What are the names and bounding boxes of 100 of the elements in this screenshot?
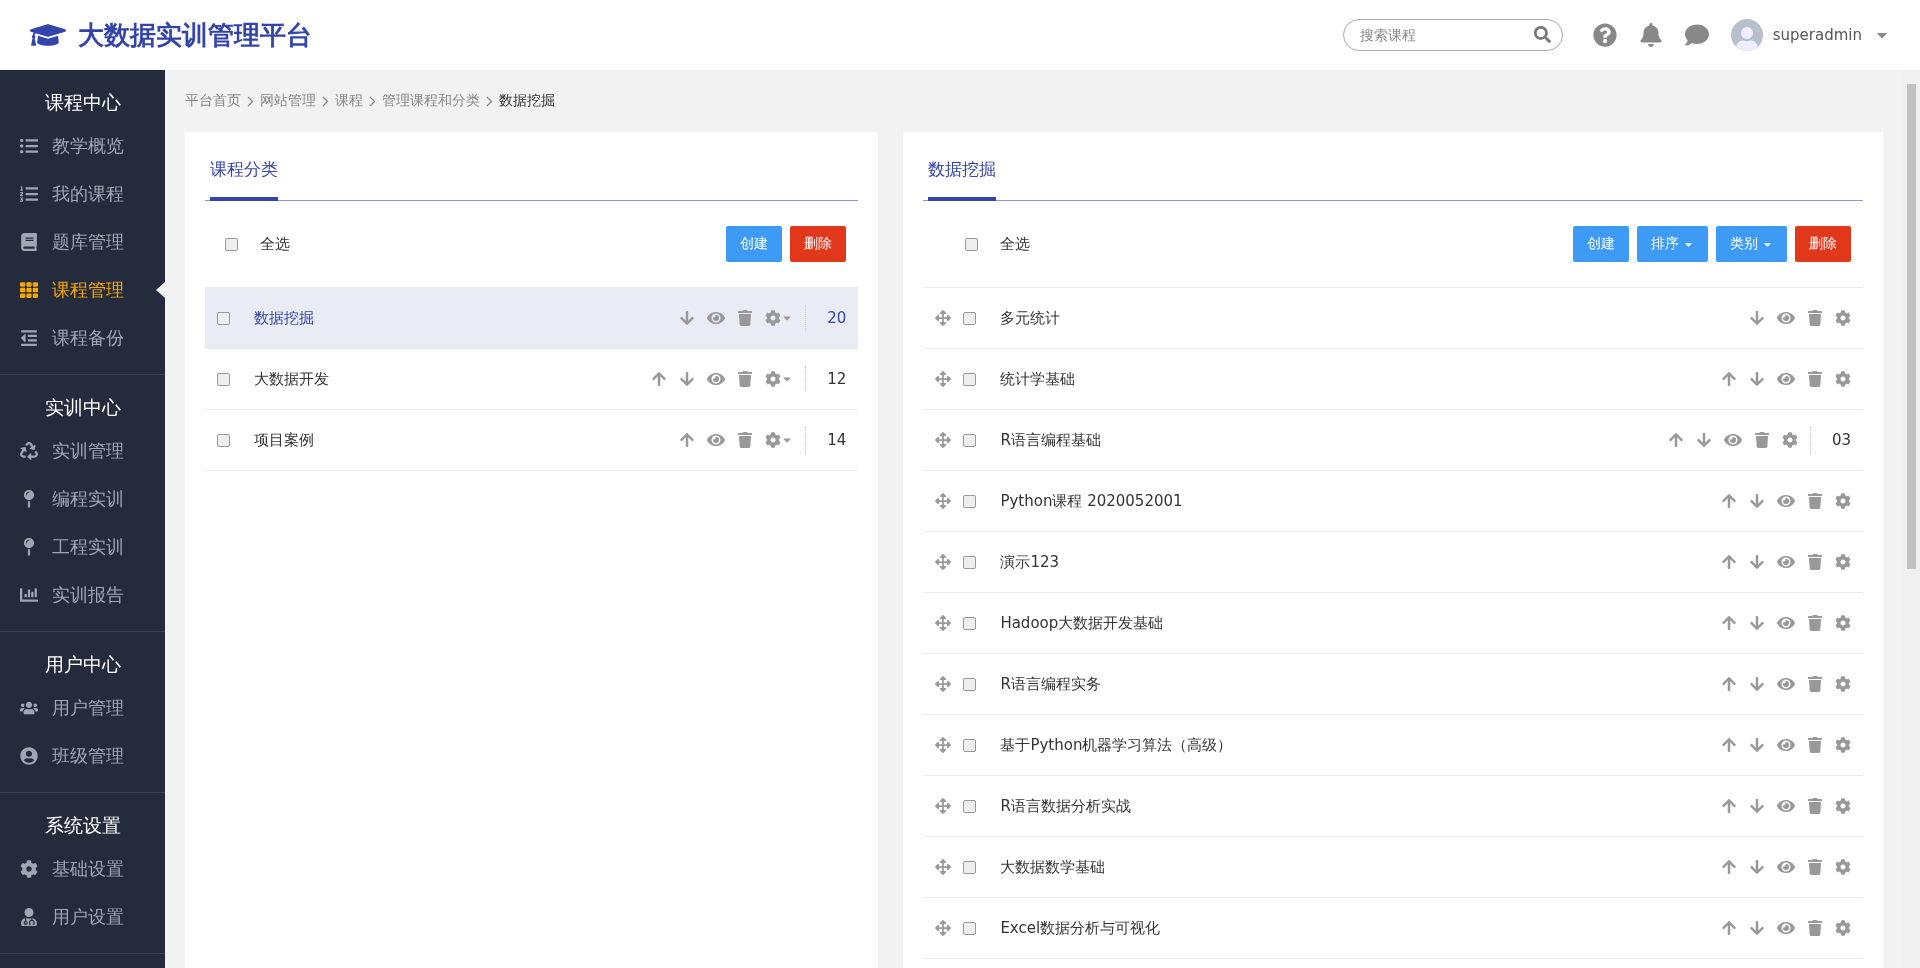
move-handle-icon[interactable] xyxy=(935,432,952,448)
sidebar-item[interactable]: 教学概览 xyxy=(0,122,165,170)
settings-icon[interactable] xyxy=(1835,920,1851,936)
sidebar-item[interactable]: 我的课程 xyxy=(0,170,165,218)
move-handle-icon[interactable] xyxy=(935,371,952,387)
settings-icon[interactable] xyxy=(1835,310,1851,326)
arrow-down-icon[interactable] xyxy=(1749,371,1765,387)
eye-icon[interactable] xyxy=(707,309,726,327)
arrow-up-icon[interactable] xyxy=(679,432,696,448)
settings-icon[interactable] xyxy=(1835,615,1851,631)
checkbox[interactable] xyxy=(217,311,230,325)
user-name[interactable]: superadmin xyxy=(1772,26,1862,44)
trash-icon[interactable] xyxy=(1807,371,1823,387)
list-row[interactable]: 数据挖掘 20 xyxy=(205,288,859,349)
bell-icon[interactable] xyxy=(1638,23,1663,47)
avatar[interactable] xyxy=(1730,19,1763,51)
action-button[interactable]: 删除 xyxy=(1795,226,1851,262)
settings-icon[interactable] xyxy=(1835,554,1851,570)
arrow-up-icon[interactable] xyxy=(1721,920,1737,936)
eye-icon[interactable] xyxy=(707,431,726,449)
trash-icon[interactable] xyxy=(737,310,754,326)
list-row[interactable]: 大数据开发 12 xyxy=(205,349,859,410)
checkbox[interactable] xyxy=(963,311,977,325)
checkbox[interactable] xyxy=(963,799,977,813)
panel-tab[interactable]: 数据挖掘 xyxy=(928,158,997,201)
arrow-up-icon[interactable] xyxy=(1721,371,1737,387)
arrow-up-icon[interactable] xyxy=(1721,615,1737,631)
list-row[interactable]: R语言编程基础 03 xyxy=(923,410,1863,471)
sidebar-item[interactable]: 题库管理 xyxy=(0,218,165,266)
move-handle-icon[interactable] xyxy=(935,859,952,875)
checkbox[interactable] xyxy=(963,433,977,447)
move-handle-icon[interactable] xyxy=(935,737,952,753)
checkbox[interactable] xyxy=(963,555,977,569)
checkbox[interactable] xyxy=(963,494,977,508)
chat-icon[interactable] xyxy=(1684,23,1709,47)
trash-icon[interactable] xyxy=(1807,310,1823,326)
arrow-up-icon[interactable] xyxy=(1721,676,1737,692)
arrow-down-icon[interactable] xyxy=(1749,859,1765,875)
arrow-up-icon[interactable] xyxy=(1721,859,1737,875)
checkbox[interactable] xyxy=(963,921,977,935)
sidebar-item[interactable]: 实训管理 xyxy=(0,427,165,475)
arrow-down-icon[interactable] xyxy=(1696,432,1712,448)
eye-icon[interactable] xyxy=(1777,370,1795,388)
sidebar-item[interactable]: 用户管理 xyxy=(0,684,165,732)
settings-icon[interactable] xyxy=(1835,737,1851,753)
arrow-down-icon[interactable] xyxy=(1749,615,1765,631)
action-button[interactable]: 删除 xyxy=(790,226,847,262)
eye-icon[interactable] xyxy=(1777,919,1795,937)
eye-icon[interactable] xyxy=(1777,492,1795,510)
sidebar-item[interactable]: 用户设置 xyxy=(0,893,165,941)
settings-icon[interactable] xyxy=(1835,859,1851,875)
list-row[interactable]: 统计学基础 xyxy=(923,349,1863,410)
list-row[interactable]: 大数据数学基础 xyxy=(923,837,1863,898)
list-row[interactable]: 多元统计 xyxy=(923,288,1863,349)
arrow-down-icon[interactable] xyxy=(1749,920,1765,936)
sidebar-item[interactable]: 实训报告 xyxy=(0,571,165,619)
sidebar-item[interactable]: 课程备份 xyxy=(0,314,165,362)
breadcrumb-link[interactable]: 管理课程和分类 xyxy=(382,92,480,110)
search-field[interactable]: 搜索课程 xyxy=(1342,19,1563,51)
list-row[interactable]: Hadoop大数据开发基础 xyxy=(923,593,1863,654)
eye-icon[interactable] xyxy=(1777,614,1795,632)
move-handle-icon[interactable] xyxy=(935,798,952,814)
breadcrumb-link[interactable]: 课程 xyxy=(335,92,363,110)
trash-icon[interactable] xyxy=(1807,920,1823,936)
arrow-up-icon[interactable] xyxy=(1721,493,1737,509)
eye-icon[interactable] xyxy=(1724,431,1742,449)
arrow-down-icon[interactable] xyxy=(1749,310,1765,326)
checkbox[interactable] xyxy=(217,372,230,386)
checkbox[interactable] xyxy=(963,616,977,630)
eye-icon[interactable] xyxy=(1777,736,1795,754)
list-row[interactable]: 演示123 xyxy=(923,532,1863,593)
trash-icon[interactable] xyxy=(737,371,754,387)
arrow-down-icon[interactable] xyxy=(1749,554,1765,570)
eye-icon[interactable] xyxy=(1777,797,1795,815)
sidebar-item[interactable]: 编程实训 xyxy=(0,475,165,523)
arrow-up-icon[interactable] xyxy=(1721,798,1737,814)
sidebar-item[interactable]: 课程管理 xyxy=(0,266,165,314)
settings-icon[interactable] xyxy=(1782,432,1798,448)
eye-icon[interactable] xyxy=(1777,309,1795,327)
checkbox[interactable] xyxy=(225,237,238,251)
settings-icon[interactable] xyxy=(1835,798,1851,814)
move-handle-icon[interactable] xyxy=(935,615,952,631)
arrow-up-icon[interactable] xyxy=(1668,432,1684,448)
list-row[interactable]: Python课程 2020052001 xyxy=(923,471,1863,532)
breadcrumb-link[interactable]: 平台首页 xyxy=(185,92,241,110)
arrow-up-icon[interactable] xyxy=(1721,554,1737,570)
checkbox[interactable] xyxy=(217,433,230,447)
trash-icon[interactable] xyxy=(1807,737,1823,753)
sidebar-item[interactable]: 班级管理 xyxy=(0,732,165,780)
checkbox[interactable] xyxy=(963,860,977,874)
eye-icon[interactable] xyxy=(1777,675,1795,693)
trash-icon[interactable] xyxy=(1807,554,1823,570)
eye-icon[interactable] xyxy=(1777,858,1795,876)
move-handle-icon[interactable] xyxy=(935,310,952,326)
move-handle-icon[interactable] xyxy=(935,920,952,936)
settings-icon[interactable] xyxy=(1835,493,1851,509)
sidebar-item[interactable]: 基础设置 xyxy=(0,845,165,893)
list-row[interactable]: 项目案例 14 xyxy=(205,410,859,471)
checkbox[interactable] xyxy=(963,677,977,691)
move-handle-icon[interactable] xyxy=(935,676,952,692)
